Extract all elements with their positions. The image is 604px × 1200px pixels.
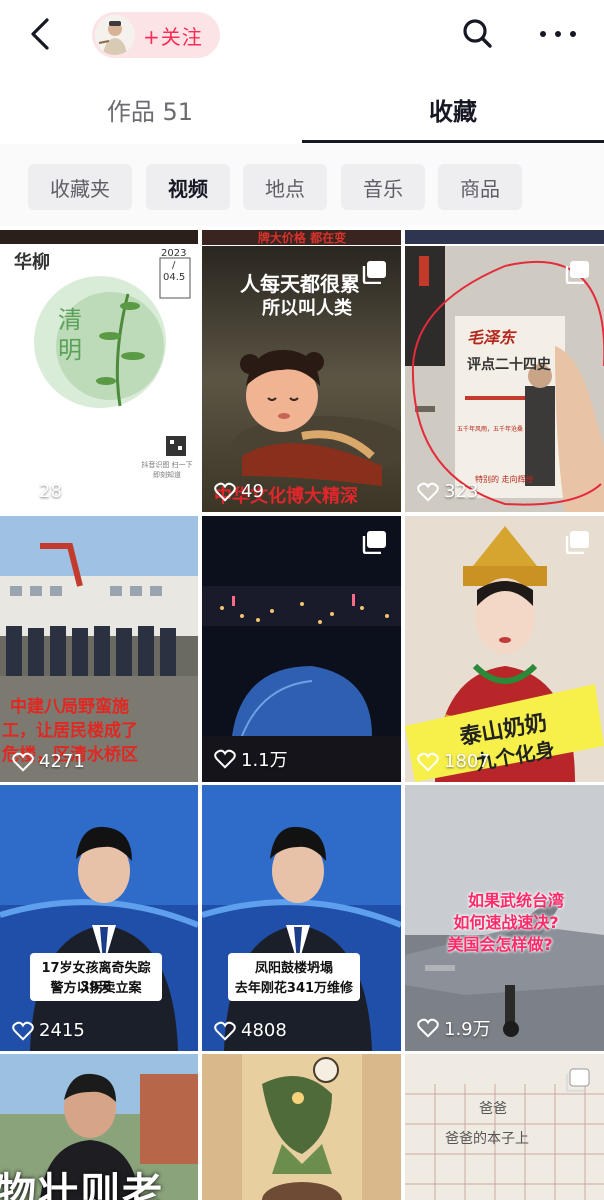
multi-image-icon (565, 531, 589, 554)
multi-image-icon (362, 261, 386, 284)
dot (540, 31, 546, 37)
video-thumbnail-news-missing-girl[interactable]: 17岁女孩离奇失踪39天 警方以拐卖立案 2415 (0, 785, 198, 1051)
heart-icon (12, 482, 34, 502)
filter-bar: 收藏夹 视频 地点 音乐 商品 (0, 144, 604, 226)
like-count: 49 (214, 481, 264, 502)
news-anchor-photo (202, 785, 401, 1051)
tile-title: 华柳 (14, 252, 50, 273)
date-year: 2023 (161, 248, 187, 259)
video-grid: 牌大价格 都在变 华柳 清 明 2023 / 04.5 抖音识图 扫一下即刻知道… (0, 230, 604, 1200)
tile-caption: 爸爸 (479, 1101, 507, 1117)
tile-caption: 美国会怎样做? (447, 935, 553, 954)
heart-icon (12, 1021, 34, 1041)
multi-image-icon (565, 261, 589, 284)
tab-works[interactable]: 作品 51 (50, 92, 250, 127)
video-thumbnail-partial[interactable] (405, 230, 604, 244)
surreal-art-image (202, 1054, 401, 1200)
heart-icon (214, 749, 236, 769)
dot (555, 31, 561, 37)
video-thumbnail-partial[interactable]: 牌大价格 都在变 (202, 230, 401, 245)
filter-chip-music[interactable]: 音乐 (341, 164, 425, 210)
video-thumbnail-tired-doll[interactable]: 人每天都很累 所以叫人类 中华文化博大精深 49 (202, 246, 401, 512)
news-anchor-photo (0, 785, 198, 1051)
video-thumbnail-news-drum-tower[interactable]: 凤阳鼓楼坍塌 去年刚花341万维修 4808 (202, 785, 401, 1051)
heart-icon (214, 482, 236, 502)
tile-caption: 警方以拐卖立案 (50, 981, 142, 996)
heart-icon (417, 1018, 439, 1038)
like-count: 1.1万 (214, 746, 288, 772)
video-thumbnail-night-city[interactable]: 1.1万 (202, 516, 401, 782)
avatar[interactable] (95, 15, 135, 55)
more-dots-icon[interactable] (536, 14, 580, 54)
multi-image-icon (362, 531, 386, 554)
tile-caption: 爸爸的本子上 (445, 1131, 529, 1147)
tile-caption: 物壮则老 (0, 1170, 164, 1200)
video-thumbnail-qingming[interactable]: 华柳 清 明 2023 / 04.5 抖音识图 扫一下即刻知道 28 (0, 246, 198, 512)
like-count: 4271 (12, 751, 85, 772)
tile-caption: 工，让居民楼成了 (2, 721, 138, 741)
search-icon[interactable] (458, 14, 498, 54)
video-thumbnail-partial[interactable] (0, 230, 198, 244)
date-separator: / (172, 260, 176, 271)
heart-icon (417, 752, 439, 772)
like-count-value: 2415 (39, 1020, 85, 1041)
follow-button[interactable]: +关注 (92, 12, 220, 58)
like-count-value: 4808 (241, 1020, 287, 1041)
like-count-value: 4271 (39, 751, 85, 772)
tile-title: 所以叫人类 (262, 298, 352, 319)
tile-caption: 凤阳鼓楼坍塌 (254, 961, 333, 976)
dot (570, 31, 576, 37)
top-bar: +关注 (0, 0, 604, 72)
tile-title: 评点二十四史 (467, 357, 551, 373)
tab-favorites[interactable]: 收藏 (353, 92, 553, 127)
tile-title: 明 (58, 336, 82, 364)
video-thumbnail-man-speaking[interactable]: 物壮则老 (0, 1054, 198, 1200)
like-count-value: 49 (241, 481, 264, 502)
tile-title: 人每天都很累 (240, 272, 360, 296)
date-day: 04.5 (163, 272, 186, 283)
filter-chip-folders[interactable]: 收藏夹 (28, 164, 132, 210)
like-count: 1807 (417, 751, 490, 772)
tab-active-indicator (302, 140, 604, 143)
like-count-value: 1807 (444, 751, 490, 772)
video-thumbnail-construction[interactable]: 中建八局野蛮施 工，让居民楼成了 危楼，区清水桥区 4271 (0, 516, 198, 782)
qr-note: 抖音识图 扫一下即刻知道 (141, 461, 193, 479)
like-count: 28 (12, 481, 62, 502)
tile-caption: 特别的 走向辉煌 (475, 475, 534, 484)
book-photo (405, 246, 604, 512)
like-count: 1.9万 (417, 1015, 491, 1041)
tile-caption: 如果武统台湾 (467, 891, 564, 910)
profile-tabs: 作品 51 收藏 (0, 80, 604, 144)
filter-chip-places[interactable]: 地点 (243, 164, 327, 210)
like-count-value: 1.1万 (241, 750, 288, 771)
tile-caption: 中建八局野蛮施 (10, 697, 129, 717)
like-count: 4808 (214, 1020, 287, 1041)
heart-icon (12, 752, 34, 772)
filter-chip-products[interactable]: 商品 (438, 164, 522, 210)
like-count-value: 28 (39, 481, 62, 502)
like-count: 2415 (12, 1020, 85, 1041)
svg-text:牌大价格 都在变: 牌大价格 都在变 (258, 231, 346, 245)
video-thumbnail-surreal-art[interactable] (202, 1054, 401, 1200)
video-thumbnail-taishan-goddess[interactable]: 泰山奶奶 九个化身 1807 (405, 516, 604, 782)
like-count-value: 323 (444, 481, 479, 502)
video-thumbnail-fighter-jet[interactable]: 如果武统台湾 如何速战速决? 美国会怎样做? 1.9万 (405, 785, 604, 1051)
heart-icon (214, 1021, 236, 1041)
night-city-photo (202, 516, 401, 782)
follow-label: +关注 (143, 24, 203, 49)
tile-title: 毛泽东 (467, 328, 516, 347)
heart-icon (417, 482, 439, 502)
video-thumbnail-notebook[interactable]: 爸爸 爸爸的本子上 (405, 1054, 604, 1200)
multi-image-icon (565, 1068, 590, 1092)
like-count-value: 1.9万 (444, 1019, 491, 1040)
chevron-left-icon[interactable] (22, 14, 58, 54)
filter-chip-videos[interactable]: 视频 (146, 164, 230, 210)
like-count: 323 (417, 481, 478, 502)
tile-caption: 五千年风雨，五千年沧桑 (457, 426, 524, 433)
tile-caption: 去年刚花341万维修 (234, 981, 354, 996)
video-thumbnail-mao-book[interactable]: 毛泽东 评点二十四史 五千年风雨，五千年沧桑 特别的 走向辉煌 323 (405, 246, 604, 512)
tile-caption: 如何速战速决? (453, 913, 559, 932)
